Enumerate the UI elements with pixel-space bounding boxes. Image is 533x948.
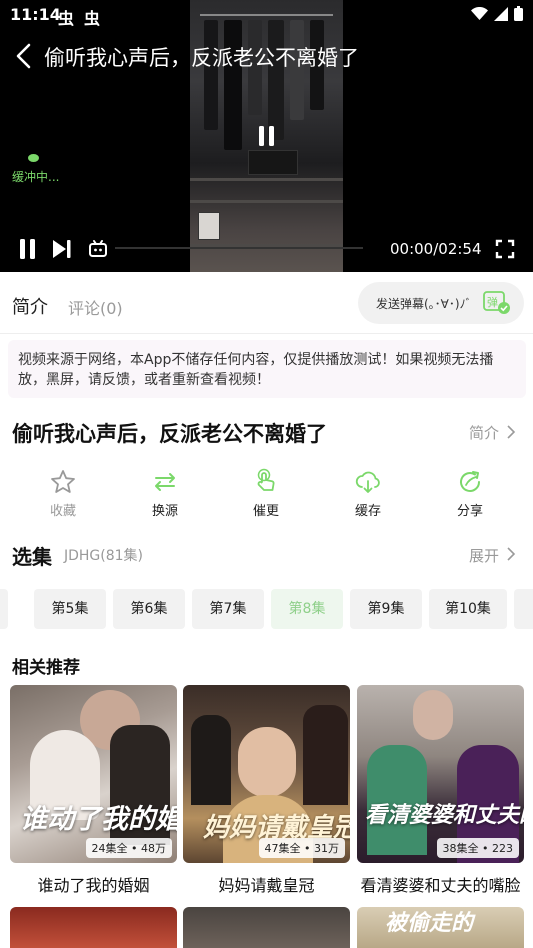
- danmaku-placeholder: 发送弹幕(｡･∀･)ﾉﾞ: [376, 297, 472, 311]
- bug-icon: 虫: [58, 9, 75, 28]
- star-icon: [51, 470, 75, 493]
- status-time: 11:14: [10, 5, 61, 24]
- cache-button[interactable]: 缓存: [338, 468, 398, 519]
- urge-icon: [257, 468, 275, 491]
- episode-chip[interactable]: 第10集: [429, 589, 507, 629]
- signal-icon: [494, 6, 508, 21]
- buffering-text: 缓冲中...: [12, 170, 60, 184]
- episode-chip[interactable]: 第7集: [192, 589, 264, 629]
- urge-update-label: 催更: [252, 504, 279, 519]
- recommendation-card[interactable]: 谁动了我的婚姻 24集全 • 48万 谁动了我的婚姻: [10, 685, 177, 896]
- recommendation-title: 妈妈请戴皇冠: [218, 876, 315, 895]
- episodes-title: 选集: [12, 545, 52, 569]
- episode-count-badge: 38集全 • 223: [436, 838, 519, 858]
- recommendation-card[interactable]: 看清婆婆和丈夫的嘴脸 38集全 • 223 看清婆婆和丈夫的嘴脸: [357, 685, 524, 896]
- episodes-source[interactable]: JDHG(81集): [64, 545, 143, 565]
- recommendation-card-partial[interactable]: 被偷走的: [357, 907, 524, 948]
- favorite-button[interactable]: 收藏: [33, 468, 93, 519]
- disclaimer-notice: 视频来源于网络，本App不储存任何内容，仅提供播放测试！如果视频无法播放，黑屏，…: [8, 340, 526, 398]
- danmaku-send-icon: 弹: [483, 291, 510, 314]
- chevron-right-icon[interactable]: [506, 546, 516, 562]
- video-player[interactable]: 11:14 虫 虫 偷听我心声后，反派老公不离婚了 缓冲中... 00:00/0…: [0, 0, 533, 272]
- wifi-icon: [471, 6, 488, 20]
- fullscreen-icon[interactable]: [495, 239, 515, 259]
- pause-button[interactable]: [19, 238, 37, 260]
- swap-icon: [155, 473, 175, 491]
- switch-source-label: 换源: [151, 504, 178, 519]
- recommendations-title: 相关推荐: [12, 658, 80, 678]
- recommendation-card-partial[interactable]: [10, 907, 177, 948]
- recommendation-card[interactable]: 妈妈请戴皇冠 47集全 • 31万 妈妈请戴皇冠: [183, 685, 350, 896]
- status-bar: 11:14 虫 虫: [0, 0, 533, 30]
- share-icon: [460, 471, 480, 492]
- poster-title-text: 看清婆婆和丈夫的嘴脸: [365, 802, 524, 828]
- poster-image: 妈妈请戴皇冠 47集全 • 31万: [183, 685, 350, 863]
- battery-icon: [514, 6, 523, 21]
- send-danmaku-button[interactable]: 发送弹幕(｡･∀･)ﾉﾞ 弹: [358, 282, 524, 324]
- time-readout: 00:00/02:54: [390, 240, 482, 258]
- player-title: 偷听我心声后，反派老公不离婚了: [44, 46, 359, 70]
- episode-chip[interactable]: 第6集: [113, 589, 185, 629]
- tab-comments[interactable]: 评论(0): [68, 295, 123, 319]
- poster-title-text: 被偷走的: [385, 910, 474, 936]
- download-icon: [355, 471, 380, 493]
- poster-image: 谁动了我的婚姻 24集全 • 48万: [10, 685, 177, 863]
- buffering-indicator: [28, 154, 39, 162]
- share-button[interactable]: 分享: [440, 468, 500, 519]
- cache-label: 缓存: [354, 504, 381, 519]
- back-arrow-icon[interactable]: [12, 42, 36, 70]
- share-label: 分享: [456, 504, 483, 519]
- episode-chip[interactable]: 第9集: [350, 589, 422, 629]
- intro-link[interactable]: 简介: [469, 422, 499, 443]
- expand-episodes-link[interactable]: 展开: [469, 545, 499, 566]
- episode-chip[interactable]: 第5集: [34, 589, 106, 629]
- progress-bar[interactable]: [115, 247, 363, 249]
- recommendation-title: 谁动了我的婚姻: [37, 876, 150, 895]
- episode-chip-partial[interactable]: [0, 589, 8, 629]
- switch-source-button[interactable]: 换源: [135, 468, 195, 519]
- next-episode-icon[interactable]: [52, 238, 72, 260]
- recommendation-card-partial[interactable]: [183, 907, 350, 948]
- episode-count-badge: 47集全 • 31万: [258, 838, 345, 858]
- urge-update-button[interactable]: 催更: [236, 468, 296, 519]
- svg-text:弹: 弹: [487, 295, 498, 309]
- pause-icon[interactable]: [257, 125, 277, 147]
- episode-count-badge: 24集全 • 48万: [85, 838, 172, 858]
- tab-intro[interactable]: 简介: [12, 293, 48, 319]
- drama-title: 偷听我心声后，反派老公不离婚了: [12, 422, 327, 446]
- danmaku-toggle-icon[interactable]: [88, 239, 108, 259]
- chevron-right-icon[interactable]: [506, 424, 516, 440]
- favorite-label: 收藏: [49, 504, 76, 519]
- poster-title-text: 谁动了我的婚姻: [20, 804, 177, 835]
- episode-chip-partial[interactable]: [514, 589, 533, 629]
- episode-list[interactable]: 第5集 第6集 第7集 第8集 第9集 第10集: [0, 589, 533, 629]
- bug-icon: 虫: [84, 9, 101, 28]
- poster-image: 看清婆婆和丈夫的嘴脸 38集全 • 223: [357, 685, 524, 863]
- episode-chip-active[interactable]: 第8集: [271, 589, 343, 629]
- recommendation-title: 看清婆婆和丈夫的嘴脸: [360, 876, 521, 895]
